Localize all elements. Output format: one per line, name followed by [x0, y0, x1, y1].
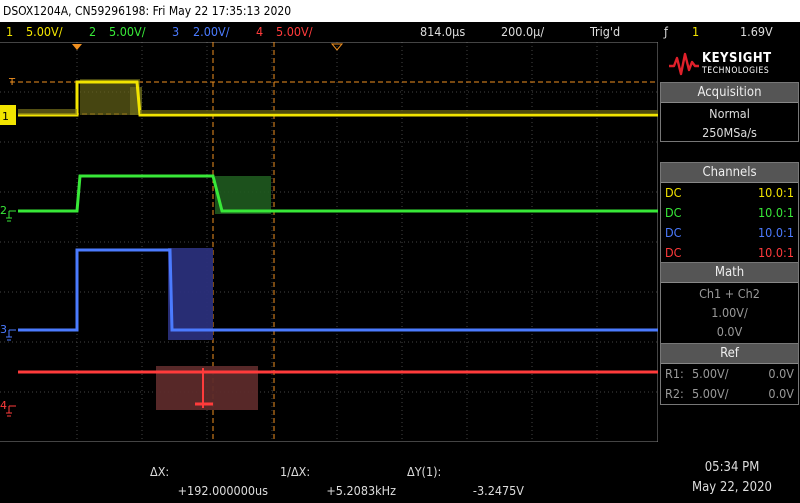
trigger-level-marker[interactable]: T [8, 77, 16, 88]
ch1-coupling: DC [665, 185, 682, 200]
r1-name: R1: [665, 366, 684, 381]
ch3-persist-band [168, 248, 213, 340]
math-expression: Ch1 + Ch2 [699, 286, 760, 301]
delta-y-label: ΔY(1): [407, 464, 442, 479]
ch2-number[interactable]: 2 [89, 22, 96, 42]
channels-header: Channels [661, 163, 798, 183]
trigger-edge-icon: ƒ [664, 24, 668, 39]
channel-row-4[interactable]: DC 10.0:1 [661, 243, 798, 263]
delta-x-value: +192.000000us [177, 483, 268, 498]
ref-header: Ref [661, 344, 798, 364]
ch3-probe: 10.0:1 [758, 225, 794, 240]
ch3-scale[interactable]: 2.00V/ [193, 22, 230, 42]
ch4-probe: 10.0:1 [758, 245, 794, 260]
acquisition-mode: Normal [709, 106, 750, 121]
math-scale: 1.00V/ [711, 305, 748, 320]
ch3-coupling: DC [665, 225, 682, 240]
ch4-coupling: DC [665, 245, 682, 260]
ch1-probe: 10.0:1 [758, 185, 794, 200]
ch3-number[interactable]: 3 [172, 22, 179, 42]
trigger-status: Trig'd [590, 24, 621, 39]
inverse-delta-x-label: 1/ΔX: [280, 464, 311, 479]
r1-scale: 5.00V/ [692, 366, 729, 381]
math-offset: 0.0V [716, 324, 743, 339]
ch1-ground-marker[interactable]: 1 [0, 105, 16, 125]
ref-row-2[interactable]: R2: 5.00V/ 0.0V [661, 384, 798, 404]
clock: 05:34 PM May 22, 2020 [692, 458, 772, 498]
keysight-logo: KEYSIGHT TECHNOLOGIES [660, 44, 798, 84]
ch2-ground-label: 2 [0, 204, 7, 217]
delta-x-label: ΔX: [150, 464, 170, 479]
ch4-ground-label: 4 [0, 399, 7, 412]
r2-scale: 5.00V/ [692, 386, 729, 401]
channel-row-1[interactable]: DC 10.0:1 [661, 183, 798, 203]
trigger-level-label: T [8, 77, 16, 88]
acquisition-panel[interactable]: Acquisition Normal 250MSa/s [660, 82, 799, 142]
r2-offset: 0.0V [768, 386, 794, 401]
r1-offset: 0.0V [768, 366, 794, 381]
delay-value[interactable]: 814.0µs [420, 22, 465, 42]
title-bar: DSOX1204A, CN59296198: Fri May 22 17:35:… [0, 0, 800, 22]
r2-name: R2: [665, 386, 684, 401]
waveform-display[interactable]: T 1 2 3 4 [0, 42, 658, 442]
ref-panel[interactable]: Ref R1: 5.00V/ 0.0V R2: 5.00V/ 0.0V [660, 343, 799, 405]
clock-time: 05:34 PM [704, 460, 760, 475]
ch1-ground-label: 1 [2, 110, 9, 123]
logo-subtitle: TECHNOLOGIES [702, 66, 770, 76]
channels-panel[interactable]: Channels DC 10.0:1 DC 10.0:1 DC 10.0:1 D… [660, 162, 799, 263]
clock-date: May 22, 2020 [692, 480, 772, 495]
ch2-coupling: DC [665, 205, 682, 220]
logo-brand: KEYSIGHT [702, 51, 772, 66]
trigger-level[interactable]: 1.69V [740, 22, 773, 42]
inverse-delta-x-value: +5.2083kHz [326, 483, 396, 498]
ch2-persist-band [215, 176, 271, 214]
keysight-wave-logo-icon [669, 52, 699, 76]
ch1-baseline-band [140, 110, 658, 114]
ch1-number[interactable]: 1 [6, 22, 13, 42]
ch3-ground-label: 3 [0, 323, 7, 336]
channel-row-3[interactable]: DC 10.0:1 [661, 223, 798, 243]
title-text: DSOX1204A, CN59296198: Fri May 22 17:35:… [3, 4, 292, 18]
delta-y-value: -3.2475V [472, 483, 524, 498]
math-header: Math [661, 263, 798, 283]
trigger-source[interactable]: 1 [692, 22, 699, 42]
status-bar: 1 5.00V/ 2 5.00V/ 3 2.00V/ 4 5.00V/ 814.… [0, 22, 800, 42]
ref-row-1[interactable]: R1: 5.00V/ 0.0V [661, 364, 798, 384]
ch2-scale[interactable]: 5.00V/ [109, 22, 146, 42]
acquisition-rate: 250MSa/s [702, 125, 757, 140]
channel-row-2[interactable]: DC 10.0:1 [661, 203, 798, 223]
ch1-scale[interactable]: 5.00V/ [26, 22, 63, 42]
timebase-value[interactable]: 200.0µ/ [501, 22, 544, 42]
math-panel[interactable]: Math Ch1 + Ch2 1.00V/ 0.0V [660, 262, 799, 344]
ch4-scale[interactable]: 5.00V/ [276, 22, 313, 42]
measurement-bar: ΔX: +192.000000us 1/ΔX: +5.2083kHz ΔY(1)… [0, 442, 800, 503]
acquisition-header: Acquisition [661, 83, 798, 103]
ch2-probe: 10.0:1 [758, 205, 794, 220]
ch4-number[interactable]: 4 [256, 22, 263, 42]
